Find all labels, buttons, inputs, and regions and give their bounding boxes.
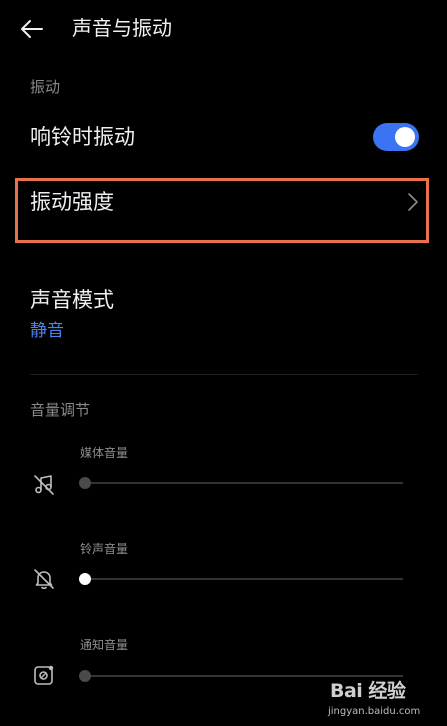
watermark-url: jingyan.baidu.com <box>328 706 421 717</box>
page-title: 声音与振动 <box>72 16 172 40</box>
music-muted-icon <box>34 475 54 495</box>
notification-volume-slider-thumb[interactable] <box>79 670 91 682</box>
section-header-volume: 音量调节 <box>30 401 91 419</box>
ringtone-volume-slider-thumb[interactable] <box>79 573 91 585</box>
ringtone-volume-slider-track[interactable] <box>85 578 403 580</box>
media-volume-slider-track[interactable] <box>85 482 403 484</box>
arrow-left-icon <box>21 20 43 38</box>
watermark-brand: Bai 经验 <box>330 680 406 702</box>
baidu-jingyan-watermark: Bai 经验 jingyan.baidu.com <box>328 672 443 726</box>
back-button[interactable] <box>20 12 60 46</box>
divider <box>30 374 418 375</box>
notification-volume-label: 通知音量 <box>80 638 129 652</box>
sound-mode-label: 声音模式 <box>30 288 114 312</box>
chevron-right-icon <box>408 193 418 211</box>
ring-vibrate-label: 响铃时振动 <box>30 125 135 149</box>
vibration-intensity-label: 振动强度 <box>30 190 114 214</box>
notification-icon <box>34 665 54 685</box>
ringtone-volume-label: 铃声音量 <box>80 542 129 556</box>
section-header-vibration: 振动 <box>30 78 61 96</box>
toggle-knob <box>395 127 415 147</box>
sound-mode-value: 静音 <box>30 321 64 341</box>
media-volume-label: 媒体音量 <box>80 446 129 460</box>
bell-muted-icon <box>34 569 54 590</box>
ring-vibrate-toggle[interactable] <box>373 123 419 151</box>
media-volume-slider-thumb[interactable] <box>79 477 91 489</box>
